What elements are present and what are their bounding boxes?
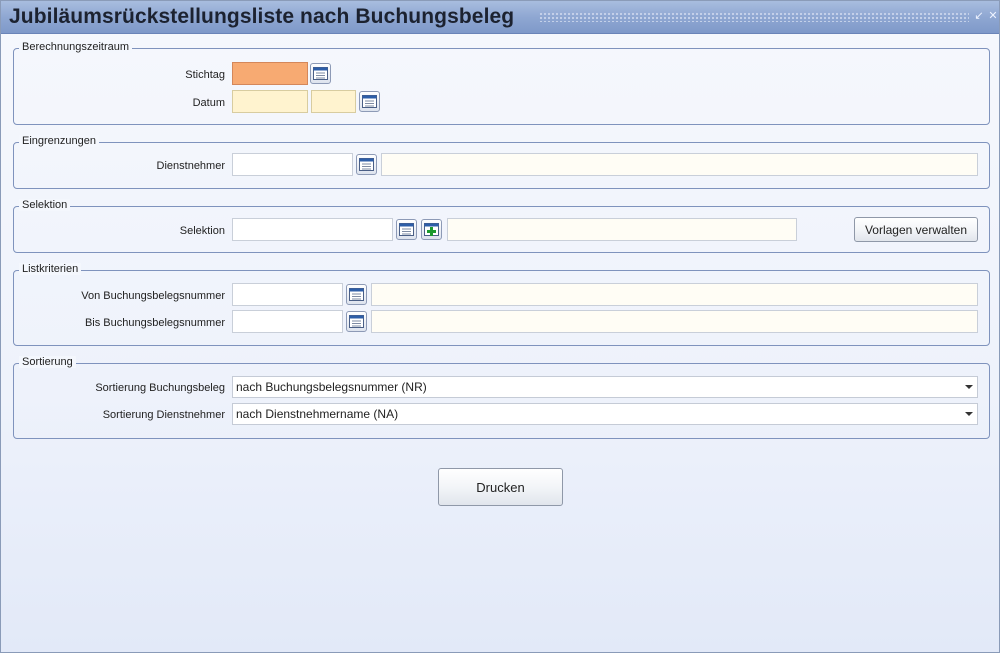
title-bar-grip: [539, 12, 969, 22]
bis-buchungsbelegsnummer-description-field[interactable]: [371, 310, 978, 333]
group-legend-listkriterien: Listkriterien: [19, 263, 82, 275]
chevron-down-icon: [965, 412, 973, 416]
calendar-lookup-icon: [349, 288, 364, 301]
datum-to-field[interactable]: [311, 90, 356, 113]
sortierung-buchungsbeleg-label: Sortierung Buchungsbeleg: [95, 382, 225, 394]
calendar-lookup-icon: [362, 95, 377, 108]
datum-from-field[interactable]: [232, 90, 308, 113]
calendar-lookup-icon: [349, 315, 364, 328]
window-title: Jubiläumsrückstellungsliste nach Buchung…: [9, 5, 515, 28]
bis-buchungsbelegsnummer-label: Bis Buchungsbelegsnummer: [84, 317, 225, 329]
sortierung-buchungsbeleg-value: nach Buchungsbelegsnummer (NR): [236, 380, 427, 394]
sortierung-buchungsbeleg-select[interactable]: nach Buchungsbelegsnummer (NR): [232, 376, 978, 398]
dienstnehmer-name-field[interactable]: [381, 153, 978, 176]
drucken-button[interactable]: Drucken: [438, 468, 563, 506]
group-sortierung: Sortierung Sortierung Buchungsbeleg nach…: [13, 356, 990, 439]
sortierung-dienstnehmer-label: Sortierung Dienstnehmer: [102, 409, 225, 421]
selektion-lookup-button[interactable]: [396, 219, 417, 240]
group-selektion: Selektion Selektion Vorlagen verwalten: [13, 199, 990, 253]
sortierung-dienstnehmer-value: nach Dienstnehmername (NA): [236, 407, 399, 421]
datum-calendar-button[interactable]: [359, 91, 380, 112]
datum-label: Datum: [192, 97, 225, 109]
close-icon[interactable]: ✕: [987, 9, 999, 23]
selektion-description-field[interactable]: [447, 218, 797, 241]
minimize-icon[interactable]: ↙: [973, 9, 985, 23]
calendar-lookup-icon: [359, 158, 374, 171]
von-buchungsbelegsnummer-field[interactable]: [232, 283, 343, 306]
bis-buchungsbelegsnummer-lookup-button[interactable]: [346, 311, 367, 332]
add-plus-icon: [424, 223, 439, 236]
stichtag-calendar-button[interactable]: [310, 63, 331, 84]
sortierung-dienstnehmer-select[interactable]: nach Dienstnehmername (NA): [232, 403, 978, 425]
selektion-add-button[interactable]: [421, 219, 442, 240]
dienstnehmer-field[interactable]: [232, 153, 353, 176]
von-buchungsbelegsnummer-description-field[interactable]: [371, 283, 978, 306]
selektion-label: Selektion: [179, 225, 225, 237]
von-buchungsbelegsnummer-label: Von Buchungsbelegsnummer: [81, 290, 225, 302]
group-legend-selektion: Selektion: [19, 199, 71, 211]
group-legend-eingrenzungen: Eingrenzungen: [19, 135, 100, 147]
bis-buchungsbelegsnummer-field[interactable]: [232, 310, 343, 333]
stichtag-label: Stichtag: [185, 69, 225, 81]
chevron-down-icon: [965, 385, 973, 389]
calendar-lookup-icon: [313, 67, 328, 80]
group-legend-sortierung: Sortierung: [19, 356, 76, 368]
title-bar: Jubiläumsrückstellungsliste nach Buchung…: [1, 1, 999, 34]
group-listkriterien: Listkriterien Von Buchungsbelegsnummer B…: [13, 263, 990, 346]
group-legend-berechnungszeitraum: Berechnungszeitraum: [19, 41, 133, 53]
dienstnehmer-label: Dienstnehmer: [156, 160, 225, 172]
dienstnehmer-lookup-button[interactable]: [356, 154, 377, 175]
report-window: Jubiläumsrückstellungsliste nach Buchung…: [0, 0, 1000, 653]
stichtag-field[interactable]: [232, 62, 308, 85]
selektion-field[interactable]: [232, 218, 393, 241]
vorlagen-verwalten-button[interactable]: Vorlagen verwalten: [854, 217, 978, 242]
von-buchungsbelegsnummer-lookup-button[interactable]: [346, 284, 367, 305]
group-berechnungszeitraum: Berechnungszeitraum Stichtag Datum: [13, 41, 990, 125]
group-eingrenzungen: Eingrenzungen Dienstnehmer: [13, 135, 990, 189]
calendar-lookup-icon: [399, 223, 414, 236]
